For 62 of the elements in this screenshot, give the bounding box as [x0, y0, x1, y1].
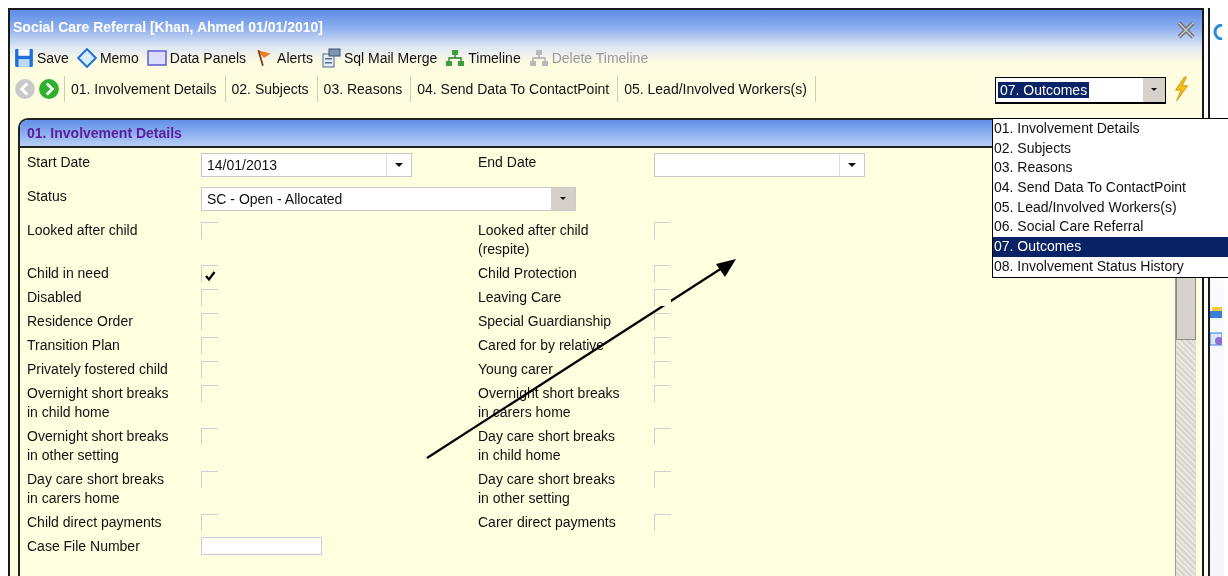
toolbar-button[interactable]: Sql Mail Merge: [318, 48, 440, 68]
dropdown-option[interactable]: 01. Involvement Details: [993, 119, 1228, 139]
toolbar-button[interactable]: Memo: [74, 48, 141, 68]
caret-icon: [1149, 87, 1159, 93]
hierarchy-icon: [528, 48, 549, 68]
field-label: Overnight short breaks in child home: [27, 384, 170, 422]
section-link[interactable]: 04. Send Data To ContactPoint: [415, 81, 614, 97]
window-title: Social Care Referral [Khan, Ahmed 01/01/2010]: [13, 19, 324, 35]
section-link[interactable]: 01. Involvement Details: [69, 81, 221, 97]
field-label: Overnight short breaks in other setting: [27, 427, 170, 465]
section-title: 01. Involvement Details: [27, 125, 182, 141]
field-label: Child in need: [27, 264, 110, 283]
field-label: Start Date: [27, 153, 92, 172]
hierarchy-icon: [445, 48, 466, 68]
section-link[interactable]: 05. Lead/Involved Workers(s): [622, 81, 811, 97]
lightning-icon[interactable]: [1172, 76, 1190, 102]
panel-icon: [146, 48, 167, 68]
caret-icon: [394, 162, 404, 168]
field-label: Case File Number: [27, 537, 141, 556]
field-label: Residence Order: [27, 312, 134, 331]
caret-icon: [558, 196, 568, 202]
field-label: Child direct payments: [27, 513, 163, 532]
field-label: Privately fostered child: [27, 360, 169, 379]
field-label: Young carer: [478, 360, 554, 379]
field-label: Child Protection: [478, 264, 578, 283]
document-computer-icon: [320, 48, 341, 68]
section-dropdown[interactable]: 07. Outcomes: [995, 77, 1166, 103]
dropdown-option[interactable]: 04. Send Data To ContactPoint: [993, 178, 1228, 198]
field-label: Day care short breaks in child home: [478, 427, 616, 465]
field-label: Status: [27, 187, 68, 206]
checkbox[interactable]: [654, 289, 671, 306]
dropdown-option[interactable]: 05. Lead/Involved Workers(s): [993, 197, 1228, 218]
toolbar-button[interactable]: Timeline: [443, 48, 523, 68]
field-label: Special Guardianship: [478, 312, 613, 331]
status-dropdown[interactable]: SC - Open - Allocated: [201, 187, 576, 211]
dropdown-option[interactable]: 08. Involvement Status History: [993, 256, 1228, 277]
forward-icon[interactable]: [38, 78, 60, 100]
dropdown-option[interactable]: 06. Social Care Referral: [993, 217, 1228, 238]
dropdown-option[interactable]: 02. Subjects: [993, 138, 1228, 159]
field-label: Cared for by relative: [478, 336, 606, 355]
close-icon[interactable]: [1176, 20, 1196, 40]
dropdown-option[interactable]: 07. Outcomes: [993, 237, 1228, 257]
diamond-icon: [76, 48, 97, 68]
field-label: Leaving Care: [478, 288, 563, 307]
toolbar-button[interactable]: Alerts: [252, 48, 315, 68]
toolbar-button[interactable]: Save: [12, 48, 71, 68]
dropdown-option[interactable]: 03. Reasons: [993, 158, 1228, 179]
field-label: Looked after child (respite): [478, 221, 590, 259]
field-label: Carer direct payments: [478, 513, 617, 532]
date-field[interactable]: 14/01/2013: [201, 153, 412, 177]
field-label: Day care short breaks in carers home: [27, 470, 165, 508]
text-field[interactable]: [201, 537, 322, 555]
field-label: Transition Plan: [27, 336, 121, 355]
field-label: Day care short breaks in other setting: [478, 470, 616, 508]
caret-icon: [847, 162, 857, 168]
toolbar-button[interactable]: Data Panels: [144, 48, 249, 68]
field-label: Looked after child: [27, 221, 139, 240]
field-label: End Date: [478, 153, 538, 172]
section-link[interactable]: 03. Reasons: [321, 81, 407, 97]
field-label: Disabled: [27, 288, 83, 307]
date-field[interactable]: [654, 153, 865, 177]
section-link[interactable]: 02. Subjects: [229, 81, 313, 97]
